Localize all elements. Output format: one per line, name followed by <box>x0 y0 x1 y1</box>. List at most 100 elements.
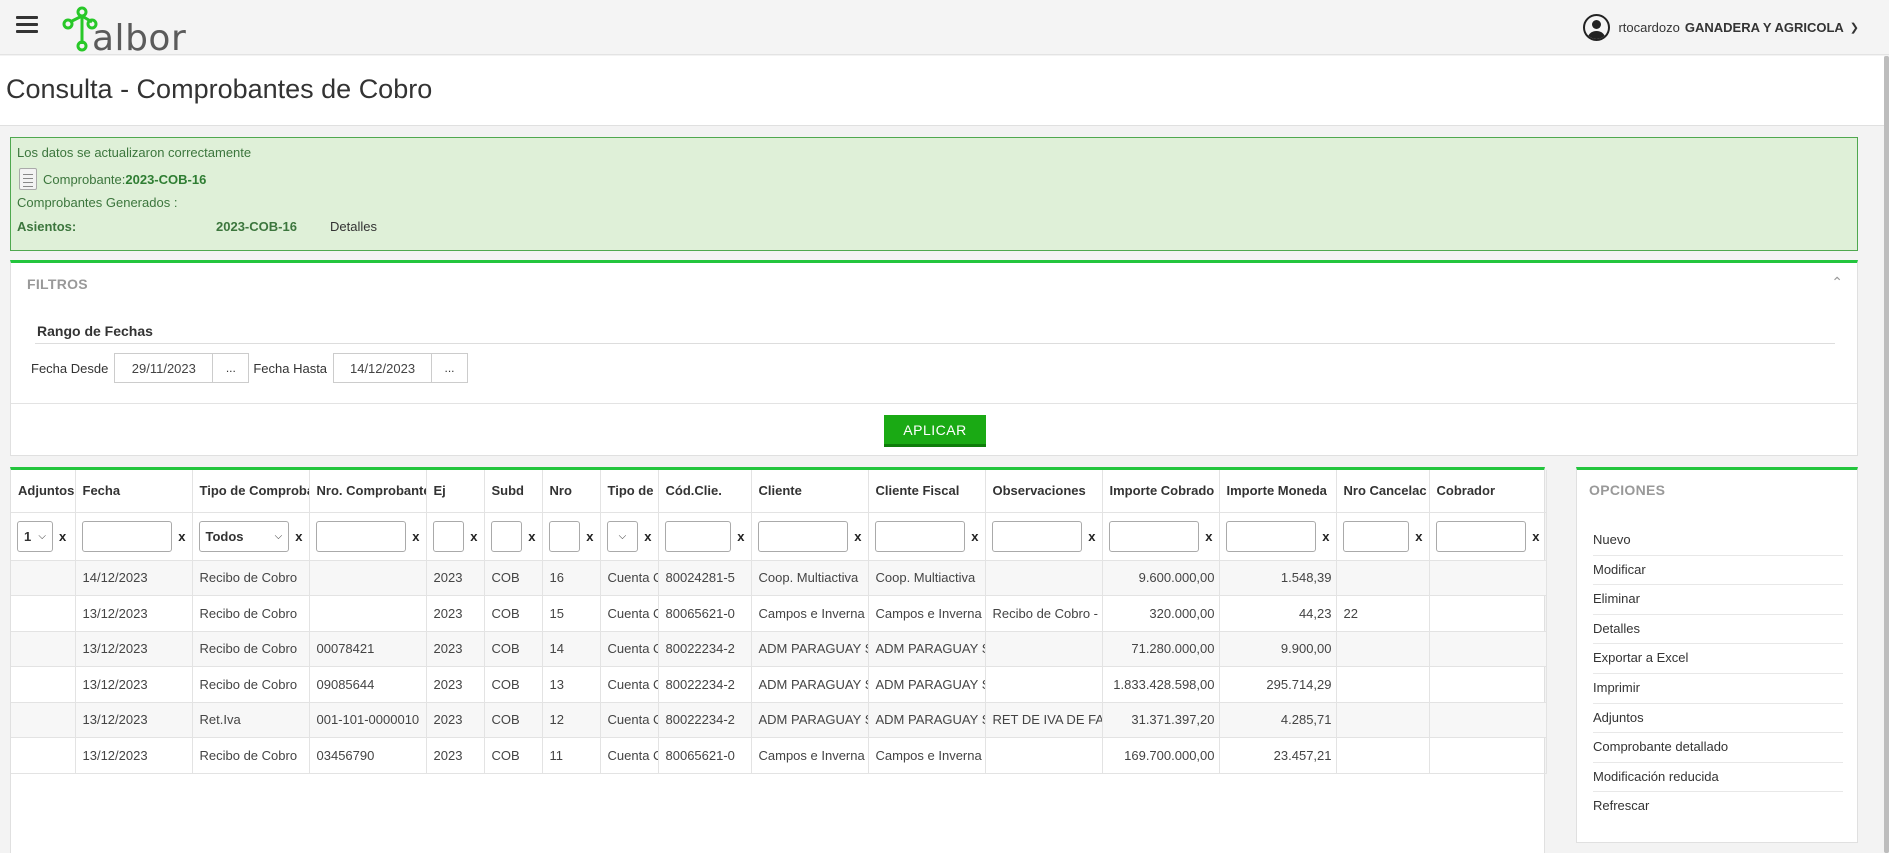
option-adjuntos[interactable]: Adjuntos <box>1593 704 1843 734</box>
clear-filter-button[interactable]: x <box>178 529 185 544</box>
option-modificacion-reducida[interactable]: Modificación reducida <box>1593 763 1843 793</box>
chevron-up-icon[interactable]: ⌃ <box>1831 274 1843 291</box>
table-cell: Campos e Inverna <box>868 595 986 632</box>
nro-cancelac-filter-input[interactable] <box>1342 520 1410 552</box>
fecha-desde-label: Fecha Desde <box>31 360 109 376</box>
column-header[interactable]: Cliente Fiscal <box>868 470 986 513</box>
comprobante-value[interactable]: 2023-COB-16 <box>125 172 206 187</box>
importe-cobrado-filter-input[interactable] <box>1108 520 1200 552</box>
albor-logo[interactable]: albor <box>62 4 192 59</box>
column-header[interactable]: Importe Moneda <box>1219 470 1337 513</box>
column-header[interactable]: Nro <box>542 470 601 513</box>
clear-filter-button[interactable]: x <box>59 529 66 544</box>
table-cell <box>309 560 427 596</box>
cod-clie-filter-input[interactable] <box>664 520 732 552</box>
ej-filter-input[interactable] <box>432 520 465 552</box>
fecha-hasta-input[interactable]: 14/12/2023 <box>333 353 432 383</box>
column-header[interactable]: Subd <box>484 470 543 513</box>
clear-filter-button[interactable]: x <box>470 529 477 544</box>
message-text: Los datos se actualizaron correctamente <box>17 145 252 160</box>
importe-moneda-filter-input[interactable] <box>1225 520 1317 552</box>
fecha-filter-input[interactable] <box>81 520 173 552</box>
fecha-hasta-picker-button[interactable]: ... <box>431 353 469 383</box>
table-cell: 71.280.000,00 <box>1102 631 1220 667</box>
clear-filter-button[interactable]: x <box>854 529 861 544</box>
tipo-de-filter-select[interactable]: ⌵ <box>606 520 639 552</box>
column-header[interactable]: Tipo de <box>600 470 659 513</box>
adjuntos-filter-value: 1 <box>24 528 32 544</box>
option-nuevo[interactable]: Nuevo <box>1593 526 1843 556</box>
option-detalles[interactable]: Detalles <box>1593 615 1843 645</box>
table-cell: 09085644 <box>309 666 427 703</box>
column-header[interactable]: Cliente <box>751 470 869 513</box>
clear-filter-button[interactable]: x <box>295 529 302 544</box>
table-cell: 12 <box>542 702 601 738</box>
table-cell: ADM PARAGUAY S <box>868 666 986 703</box>
table-cell: COB <box>484 666 543 703</box>
table-cell: 13/12/2023 <box>75 631 193 667</box>
menu-icon[interactable] <box>16 16 38 34</box>
apply-button[interactable]: APLICAR <box>884 415 986 447</box>
column-header[interactable]: Nro. Comprobante <box>309 470 427 513</box>
clear-filter-button[interactable]: x <box>528 529 535 544</box>
fecha-desde-input[interactable]: 29/11/2023 <box>114 353 213 383</box>
clear-filter-button[interactable]: x <box>1088 529 1095 544</box>
clear-filter-button[interactable]: x <box>1205 529 1212 544</box>
table-cell: Cuenta C <box>600 595 659 632</box>
column-header[interactable]: Tipo de Comprobante <box>192 470 310 513</box>
clear-filter-button[interactable]: x <box>1415 529 1422 544</box>
cliente-filter-input[interactable] <box>757 520 849 552</box>
column-header[interactable]: Nro Cancelac <box>1336 470 1430 513</box>
table-cell: 001-101-0000010 <box>309 702 427 738</box>
column-header[interactable]: Observaciones <box>985 470 1103 513</box>
date-range-row: Fecha Desde 29/11/2023 ... Fecha Hasta 1… <box>31 353 472 383</box>
table-cell <box>985 560 1103 596</box>
nro-comprobante-filter-input[interactable] <box>315 520 407 552</box>
table-row[interactable]: 13/12/2023 Recibo de Cobro 09085644 2023 COB… <box>11 666 1547 703</box>
clear-filter-button[interactable]: x <box>586 529 593 544</box>
subd-filter-input[interactable] <box>490 520 523 552</box>
option-exportar-excel[interactable]: Exportar a Excel <box>1593 644 1843 674</box>
column-header[interactable]: Fecha <box>75 470 193 513</box>
table-cell <box>1429 666 1547 703</box>
page-scrollbar[interactable] <box>1884 56 1889 853</box>
top-bar: albor rtocardozo GANADERA Y AGRICOLA ❯ <box>0 0 1889 59</box>
option-comprobante-detallado[interactable]: Comprobante detallado <box>1593 733 1843 763</box>
clear-filter-button[interactable]: x <box>1322 529 1329 544</box>
option-refrescar[interactable]: Refrescar <box>1593 792 1843 822</box>
clear-filter-button[interactable]: x <box>412 529 419 544</box>
option-modificar[interactable]: Modificar <box>1593 556 1843 586</box>
nro-filter-input[interactable] <box>548 520 581 552</box>
cliente-fiscal-filter-input[interactable] <box>874 520 966 552</box>
clear-filter-button[interactable]: x <box>971 529 978 544</box>
clear-filter-button[interactable]: x <box>644 529 651 544</box>
column-header[interactable]: Cobrador <box>1429 470 1547 513</box>
cobrador-filter-input[interactable] <box>1435 520 1527 552</box>
adjuntos-filter-select[interactable]: 1 ⌵ <box>17 520 53 552</box>
clear-filter-button[interactable]: x <box>737 529 744 544</box>
user-menu[interactable]: rtocardozo GANADERA Y AGRICOLA ❯ <box>1583 14 1859 41</box>
table-row[interactable]: 14/12/2023 Recibo de Cobro 2023 COB 16 Cuenta… <box>11 560 1547 596</box>
table-row[interactable]: 13/12/2023 Ret.Iva 001-101-0000010 2023 COB 1… <box>11 702 1547 738</box>
table-row[interactable]: 13/12/2023 Recibo de Cobro 03456790 2023 COB… <box>11 737 1547 774</box>
asientos-value[interactable]: 2023-COB-16 <box>216 219 297 234</box>
table-cell: Recibo de Cobro <box>192 737 310 774</box>
column-header[interactable]: Ej <box>426 470 485 513</box>
clear-filter-button[interactable]: x <box>1532 529 1539 544</box>
detalles-link[interactable]: Detalles <box>330 219 377 234</box>
comprobante-label: Comprobante: <box>43 171 126 187</box>
option-imprimir[interactable]: Imprimir <box>1593 674 1843 704</box>
fecha-desde-picker-button[interactable]: ... <box>212 353 250 383</box>
success-message: Los datos se actualizaron correctamente … <box>10 137 1858 251</box>
table-row[interactable]: 13/12/2023 Recibo de Cobro 00078421 2023 COB… <box>11 631 1547 667</box>
option-eliminar[interactable]: Eliminar <box>1593 585 1843 615</box>
results-table: Adjuntos Fecha Tipo de Comprobante Nro. … <box>11 470 1547 774</box>
column-header[interactable]: Cód.Clie. <box>658 470 752 513</box>
tipo-filter-select[interactable]: Todos ⌵ <box>198 520 290 552</box>
column-header[interactable]: Importe Cobrado <box>1102 470 1220 513</box>
column-header[interactable]: Adjuntos <box>11 470 76 513</box>
filter-row: 1 ⌵ x x Todos ⌵ x x x x x ⌵ x x x x x x x x x <box>11 512 1547 561</box>
table-row[interactable]: 13/12/2023 Recibo de Cobro 2023 COB 15 Cuenta… <box>11 595 1547 632</box>
table-body: 14/12/2023 Recibo de Cobro 2023 COB 16 Cuenta… <box>11 560 1547 774</box>
observaciones-filter-input[interactable] <box>991 520 1083 552</box>
